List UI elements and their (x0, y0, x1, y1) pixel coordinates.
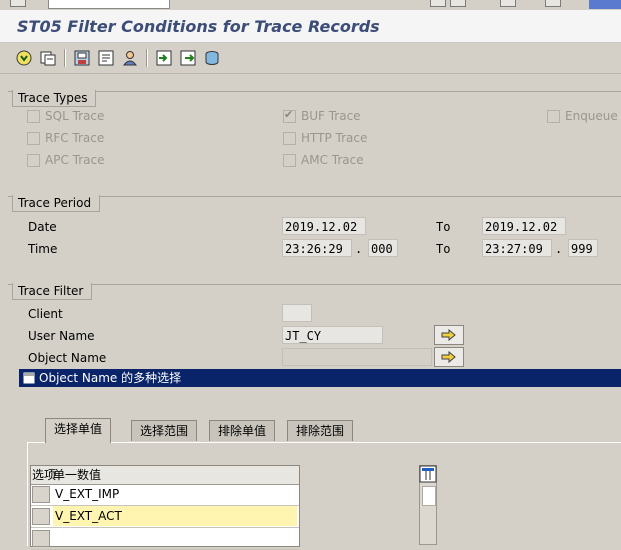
amc-trace-checkbox[interactable]: AMC Trace (283, 153, 364, 167)
row-selector[interactable] (32, 508, 50, 525)
toolbar-icon[interactable] (430, 0, 446, 7)
date-label: Date (28, 220, 57, 234)
tab-select-range[interactable]: 选择范围 (131, 420, 198, 441)
user-name-label: User Name (28, 329, 95, 343)
enqueue-trace-checkbox[interactable]: Enqueue T (547, 109, 621, 123)
checkbox-box[interactable] (283, 153, 296, 167)
checkbox-label: RFC Trace (45, 131, 105, 145)
command-field[interactable] (48, 0, 170, 9)
toolbar-separator (146, 49, 148, 67)
trace-filter-title: Trace Filter (12, 283, 93, 300)
table-header: 选项 单一数值 (31, 466, 299, 485)
checkbox-box[interactable] (283, 108, 296, 123)
arrow-right-icon (441, 329, 456, 341)
export-icon[interactable] (178, 48, 198, 68)
database-icon[interactable] (202, 48, 222, 68)
checkbox-box[interactable] (283, 131, 296, 145)
time-to-field[interactable]: 23:27:09 (482, 239, 552, 257)
table-settings-icon[interactable] (419, 465, 437, 483)
title-bar: ST05 Filter Conditions for Trace Records (0, 10, 621, 43)
user-name-field[interactable]: JT_CY (282, 326, 383, 344)
scrollbar-thumb[interactable] (422, 486, 436, 506)
ms-separator: . (555, 242, 563, 256)
import-icon[interactable] (154, 48, 174, 68)
row-selector[interactable] (32, 486, 50, 503)
tab-exclude-single[interactable]: 排除单值 (209, 420, 276, 441)
buf-trace-checkbox[interactable]: BUF Trace (283, 108, 361, 123)
value-cell[interactable] (53, 528, 297, 548)
date-to-field[interactable]: 2019.12.02 (482, 217, 566, 235)
toolbar-icon[interactable] (450, 0, 466, 7)
arrow-right-icon (441, 351, 456, 363)
time-from-field[interactable]: 23:26:29 (282, 239, 352, 257)
object-name-field[interactable] (282, 348, 432, 366)
checkbox-label: AMC Trace (301, 153, 364, 167)
toolbar-icon[interactable] (545, 0, 561, 7)
client-label: Client (28, 307, 63, 321)
popup-title-bar: Object Name 的多种选择 (19, 369, 621, 387)
checkbox-box[interactable] (27, 131, 40, 145)
date-to-label: To (436, 220, 451, 234)
application-toolbar (0, 43, 621, 74)
multiple-selection-popup: Object Name 的多种选择 选择单值 选择范围 排除单值 排除范围 选项… (19, 369, 621, 550)
get-variant-icon[interactable] (96, 48, 116, 68)
checkbox-label: HTTP Trace (301, 131, 368, 145)
back-icon[interactable] (10, 0, 26, 7)
tab-exclude-range[interactable]: 排除范围 (287, 420, 354, 441)
table-row[interactable]: V_EXT_ACT (31, 506, 299, 528)
checkbox-box[interactable] (27, 153, 40, 167)
trace-period-title: Trace Period (12, 195, 101, 212)
time-to-ms-field[interactable]: 999 (568, 239, 598, 257)
table-row[interactable] (31, 528, 299, 550)
object-multiple-selection-button[interactable] (434, 347, 464, 367)
page-title: ST05 Filter Conditions for Trace Records (17, 17, 380, 36)
toolbar-icon[interactable] (500, 0, 516, 7)
checkbox-label: APC Trace (45, 153, 105, 167)
checkbox-box[interactable] (27, 109, 40, 123)
apc-trace-checkbox[interactable]: APC Trace (27, 153, 104, 167)
user-multiple-selection-button[interactable] (434, 325, 464, 345)
http-trace-checkbox[interactable]: HTTP Trace (283, 131, 367, 145)
date-from-field[interactable]: 2019.12.02 (282, 217, 366, 235)
column-header-single-value: 单一数值 (53, 468, 102, 482)
ms-separator: . (355, 242, 363, 256)
value-cell[interactable]: V_EXT_IMP (53, 484, 297, 504)
row-selector[interactable] (32, 530, 50, 547)
rfc-trace-checkbox[interactable]: RFC Trace (27, 131, 104, 145)
toolbar-separator (64, 49, 66, 67)
execute-icon[interactable] (14, 48, 34, 68)
client-field[interactable] (282, 304, 312, 322)
checkbox-label: BUF Trace (301, 109, 361, 123)
user-icon[interactable] (120, 48, 140, 68)
window-control[interactable] (589, 0, 621, 9)
window-icon (23, 372, 35, 384)
time-label: Time (28, 242, 58, 256)
save-variant-icon[interactable] (72, 48, 92, 68)
checkbox-label: Enqueue T (565, 109, 621, 123)
sql-trace-checkbox[interactable]: SQL Trace (27, 109, 104, 123)
time-to-label: To (436, 242, 451, 256)
checkbox-label: SQL Trace (45, 109, 105, 123)
copy-icon[interactable] (38, 48, 58, 68)
time-from-ms-field[interactable]: 000 (368, 239, 398, 257)
popup-title: Object Name 的多种选择 (39, 371, 182, 385)
checkbox-box[interactable] (547, 109, 560, 123)
tab-select-single[interactable]: 选择单值 (45, 418, 112, 443)
object-name-label: Object Name (28, 351, 107, 365)
value-cell[interactable]: V_EXT_ACT (53, 506, 297, 526)
table-row[interactable]: V_EXT_IMP (31, 484, 299, 506)
trace-types-title: Trace Types (12, 90, 97, 107)
single-values-table: 选项 单一数值 V_EXT_IMP V_EXT_ACT (30, 465, 300, 550)
